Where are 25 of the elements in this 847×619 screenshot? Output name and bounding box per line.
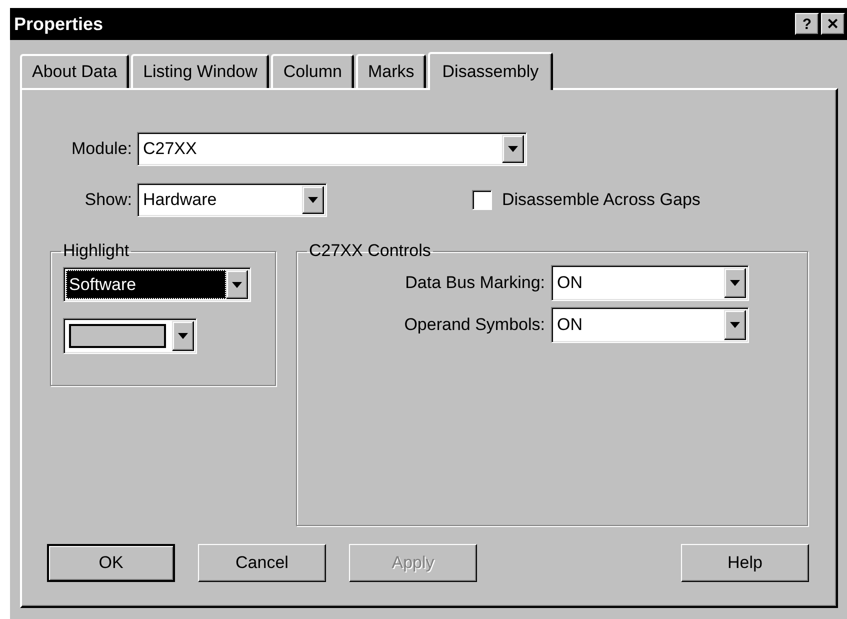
show-dropdown[interactable]: Hardware	[137, 183, 327, 217]
module-dropdown[interactable]: C27XX	[137, 132, 527, 166]
tab[interactable]: About Data	[20, 54, 130, 88]
checkbox-label: Disassemble Across Gaps	[502, 190, 700, 210]
dialog-button[interactable]: Cancel	[198, 544, 326, 582]
tab[interactable]: Listing Window	[131, 54, 270, 88]
color-dropdown[interactable]	[63, 318, 197, 354]
option-dropdown[interactable]: ON	[551, 307, 749, 343]
tab[interactable]: Disassembly	[428, 52, 553, 90]
help-button[interactable]: ?	[795, 13, 819, 35]
window-title: Properties	[14, 14, 104, 34]
field-label: Show:	[84, 190, 132, 210]
dialog-button[interactable]: Help	[681, 544, 809, 582]
group-title: C27XX Controls	[308, 241, 432, 261]
tab[interactable]: Column	[271, 54, 354, 88]
tab[interactable]: Marks	[356, 54, 426, 88]
field-label: Module:	[70, 139, 132, 159]
group-title: Highlight	[62, 241, 130, 261]
close-button[interactable]: ✕	[821, 13, 845, 35]
checkbox[interactable]	[472, 190, 492, 210]
dialog-button[interactable]: OK	[47, 544, 175, 582]
field-label: Data Bus Marking:	[405, 273, 545, 293]
option-dropdown[interactable]: ON	[551, 265, 749, 301]
highlight-dropdown[interactable]: Software	[63, 267, 251, 302]
field-label: Operand Symbols:	[404, 315, 545, 335]
